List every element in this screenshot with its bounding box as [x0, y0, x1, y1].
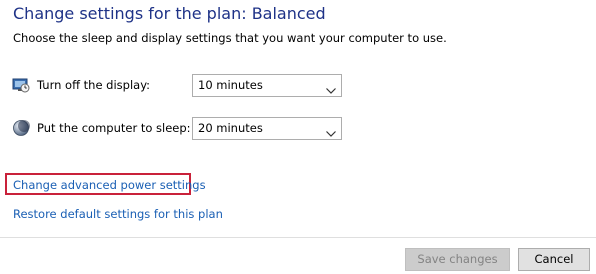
page-title: Change settings for the plan: Balanced — [13, 4, 326, 23]
moon-sleep-icon — [12, 119, 30, 137]
restore-defaults-link[interactable]: Restore default settings for this plan — [13, 207, 223, 221]
display-timeout-value: 10 minutes — [198, 78, 263, 92]
sleep-timeout-value: 20 minutes — [198, 121, 263, 135]
sleep-setting-label: Put the computer to sleep: — [37, 121, 191, 135]
chevron-down-icon — [326, 83, 336, 94]
save-changes-button[interactable]: Save changes — [405, 248, 510, 271]
cancel-button[interactable]: Cancel — [518, 248, 590, 271]
page-subtitle: Choose the sleep and display settings th… — [13, 31, 447, 45]
sleep-timeout-select[interactable]: 20 minutes — [192, 117, 342, 140]
footer-divider — [0, 237, 596, 238]
chevron-down-icon — [326, 126, 336, 137]
display-timeout-select[interactable]: 10 minutes — [192, 74, 342, 97]
advanced-power-settings-link[interactable]: Change advanced power settings — [13, 178, 206, 192]
display-setting-label: Turn off the display: — [37, 78, 151, 92]
display-clock-icon — [12, 76, 30, 94]
